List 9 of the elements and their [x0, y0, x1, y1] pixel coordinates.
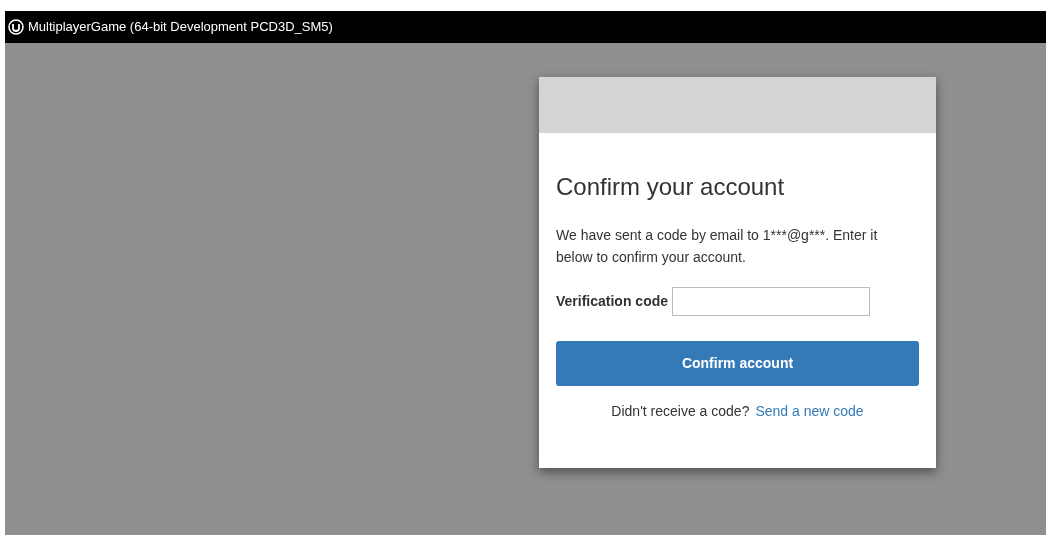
- dialog-heading: Confirm your account: [556, 172, 786, 202]
- window-title: MultiplayerGame (64-bit Development PCD3D_SM5): [28, 18, 333, 37]
- send-new-code-link[interactable]: Send a new code: [755, 401, 864, 422]
- confirm-account-button[interactable]: Confirm account: [556, 341, 919, 386]
- verification-code-field[interactable]: [672, 287, 871, 316]
- dialog-message: We have sent a code by email to 1***@g***. Enter it below to confirm your account.: [556, 226, 879, 267]
- footer-text: Didn't receive a code?: [611, 402, 750, 421]
- logo-icon: [8, 19, 24, 35]
- field-label: Verification code: [556, 292, 669, 311]
